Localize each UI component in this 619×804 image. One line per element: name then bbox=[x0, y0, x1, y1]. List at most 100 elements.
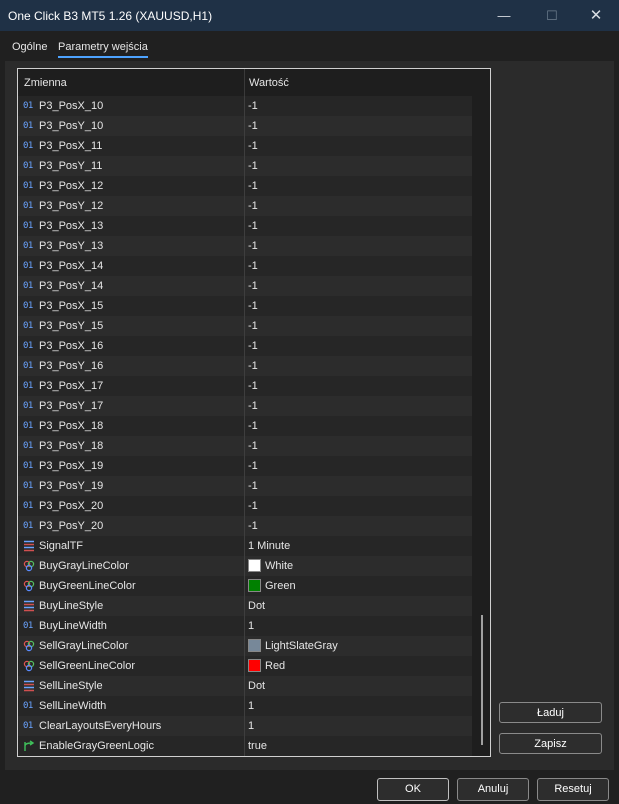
table-row[interactable]: BuyGrayLineColor White bbox=[18, 556, 472, 576]
save-button[interactable]: Zapisz bbox=[499, 733, 602, 754]
parameter-value[interactable]: -1 bbox=[248, 440, 258, 452]
parameter-value[interactable]: -1 bbox=[248, 520, 258, 532]
parameter-value[interactable]: -1 bbox=[248, 500, 258, 512]
table-row[interactable]: 01 P3_PosY_20 -1 bbox=[18, 516, 472, 536]
table-row[interactable]: 01 P3_PosX_17 -1 bbox=[18, 376, 472, 396]
integer-type-icon: 01 bbox=[23, 281, 33, 291]
table-row[interactable]: BuyLineStyle Dot bbox=[18, 596, 472, 616]
table-row[interactable]: 01 P3_PosY_13 -1 bbox=[18, 236, 472, 256]
parameter-value-text: true bbox=[248, 740, 267, 752]
parameter-name: P3_PosY_19 bbox=[39, 480, 104, 492]
tab-input-parameters[interactable]: Parametry wejścia bbox=[58, 41, 148, 58]
parameter-value[interactable]: true bbox=[248, 740, 267, 752]
parameter-value[interactable]: -1 bbox=[248, 200, 258, 212]
color-swatch bbox=[248, 639, 261, 652]
parameter-value[interactable]: 1 bbox=[248, 720, 254, 732]
parameter-value[interactable]: 1 bbox=[248, 620, 254, 632]
parameter-value[interactable]: -1 bbox=[248, 360, 258, 372]
parameter-value[interactable]: Green bbox=[248, 579, 296, 592]
parameter-value-text: -1 bbox=[248, 140, 258, 152]
parameter-value[interactable]: White bbox=[248, 559, 293, 572]
table-row[interactable]: 01 P3_PosX_15 -1 bbox=[18, 296, 472, 316]
table-row[interactable]: 01 BuyLineWidth 1 bbox=[18, 616, 472, 636]
table-row[interactable]: 01 P3_PosX_19 -1 bbox=[18, 456, 472, 476]
column-header-value[interactable]: Wartość bbox=[249, 77, 289, 89]
table-row[interactable]: SellGreenLineColor Red bbox=[18, 656, 472, 676]
scrollbar-thumb[interactable] bbox=[481, 615, 483, 745]
parameter-name-cell: 01 P3_PosX_14 bbox=[18, 256, 245, 276]
parameter-value[interactable]: -1 bbox=[248, 340, 258, 352]
parameter-name-cell: 01 P3_PosX_19 bbox=[18, 456, 245, 476]
parameter-value[interactable]: Dot bbox=[248, 600, 265, 612]
parameter-value[interactable]: -1 bbox=[248, 420, 258, 432]
parameter-value[interactable]: -1 bbox=[248, 300, 258, 312]
parameter-value[interactable]: Red bbox=[248, 659, 285, 672]
parameter-value[interactable]: -1 bbox=[248, 260, 258, 272]
parameter-value[interactable]: -1 bbox=[248, 160, 258, 172]
parameter-value[interactable]: LightSlateGray bbox=[248, 639, 338, 652]
table-row[interactable]: 01 SellLineWidth 1 bbox=[18, 696, 472, 716]
parameter-name-cell: 01 P3_PosX_16 bbox=[18, 336, 245, 356]
table-row[interactable]: 01 P3_PosY_19 -1 bbox=[18, 476, 472, 496]
parameter-name-cell: SellLineStyle bbox=[18, 676, 245, 696]
parameter-name: P3_PosY_11 bbox=[39, 160, 103, 172]
parameter-name-cell: 01 P3_PosY_18 bbox=[18, 436, 245, 456]
table-row[interactable]: 01 P3_PosY_15 -1 bbox=[18, 316, 472, 336]
table-row[interactable]: BuyGreenLineColor Green bbox=[18, 576, 472, 596]
table-row[interactable]: 01 P3_PosY_17 -1 bbox=[18, 396, 472, 416]
column-divider[interactable] bbox=[244, 69, 245, 96]
parameter-value[interactable]: 1 bbox=[248, 700, 254, 712]
table-row[interactable]: 01 P3_PosY_18 -1 bbox=[18, 436, 472, 456]
table-row[interactable]: 01 ClearLayoutsEveryHours 1 bbox=[18, 716, 472, 736]
column-header-variable[interactable]: Zmienna bbox=[24, 77, 67, 89]
parameter-value[interactable]: -1 bbox=[248, 280, 258, 292]
parameter-value[interactable]: -1 bbox=[248, 460, 258, 472]
table-row[interactable]: 01 P3_PosX_18 -1 bbox=[18, 416, 472, 436]
table-row[interactable]: 01 P3_PosY_11 -1 bbox=[18, 156, 472, 176]
parameter-value[interactable]: -1 bbox=[248, 380, 258, 392]
parameter-value[interactable]: -1 bbox=[248, 320, 258, 332]
parameter-value[interactable]: -1 bbox=[248, 180, 258, 192]
table-row[interactable]: 01 P3_PosX_20 -1 bbox=[18, 496, 472, 516]
enum-lines-icon bbox=[23, 680, 35, 692]
tab-general[interactable]: Ogólne bbox=[12, 41, 47, 53]
parameter-name: P3_PosX_15 bbox=[39, 300, 104, 312]
parameter-name: SellGreenLineColor bbox=[39, 660, 135, 672]
parameter-value[interactable]: -1 bbox=[248, 100, 258, 112]
table-row[interactable]: 01 P3_PosX_11 -1 bbox=[18, 136, 472, 156]
parameter-value[interactable]: -1 bbox=[248, 240, 258, 252]
parameter-value-text: -1 bbox=[248, 280, 258, 292]
parameter-name: BuyLineWidth bbox=[39, 620, 107, 632]
parameter-name-cell: 01 ClearLayoutsEveryHours bbox=[18, 716, 245, 736]
ok-button[interactable]: OK bbox=[377, 778, 449, 801]
cancel-button[interactable]: Anuluj bbox=[457, 778, 529, 801]
table-row[interactable]: 01 P3_PosX_13 -1 bbox=[18, 216, 472, 236]
parameter-name: BuyGreenLineColor bbox=[39, 580, 136, 592]
table-row[interactable]: SellGrayLineColor LightSlateGray bbox=[18, 636, 472, 656]
table-row[interactable]: SignalTF 1 Minute bbox=[18, 536, 472, 556]
close-button[interactable]: ✕ bbox=[573, 0, 619, 31]
parameter-name-cell: 01 P3_PosY_15 bbox=[18, 316, 245, 336]
table-row[interactable]: 01 P3_PosY_10 -1 bbox=[18, 116, 472, 136]
parameter-value[interactable]: 1 Minute bbox=[248, 540, 290, 552]
table-row[interactable]: 01 P3_PosX_16 -1 bbox=[18, 336, 472, 356]
reset-button[interactable]: Resetuj bbox=[537, 778, 609, 801]
table-row[interactable]: 01 P3_PosY_16 -1 bbox=[18, 356, 472, 376]
parameter-value[interactable]: -1 bbox=[248, 120, 258, 132]
parameter-value[interactable]: Dot bbox=[248, 680, 265, 692]
table-row[interactable]: 01 P3_PosY_14 -1 bbox=[18, 276, 472, 296]
table-row[interactable]: 01 P3_PosY_12 -1 bbox=[18, 196, 472, 216]
parameter-value[interactable]: -1 bbox=[248, 220, 258, 232]
maximize-button[interactable]: ☐ bbox=[529, 0, 575, 31]
scrollbar[interactable] bbox=[473, 96, 490, 756]
parameter-value[interactable]: -1 bbox=[248, 480, 258, 492]
table-row[interactable]: EnableGrayGreenLogic true bbox=[18, 736, 472, 756]
table-row[interactable]: 01 P3_PosX_10 -1 bbox=[18, 96, 472, 116]
parameter-value[interactable]: -1 bbox=[248, 400, 258, 412]
table-row[interactable]: 01 P3_PosX_14 -1 bbox=[18, 256, 472, 276]
table-row[interactable]: 01 P3_PosX_12 -1 bbox=[18, 176, 472, 196]
minimize-button[interactable]: — bbox=[481, 0, 527, 31]
table-row[interactable]: SellLineStyle Dot bbox=[18, 676, 472, 696]
parameter-value[interactable]: -1 bbox=[248, 140, 258, 152]
load-button[interactable]: Ładuj bbox=[499, 702, 602, 723]
